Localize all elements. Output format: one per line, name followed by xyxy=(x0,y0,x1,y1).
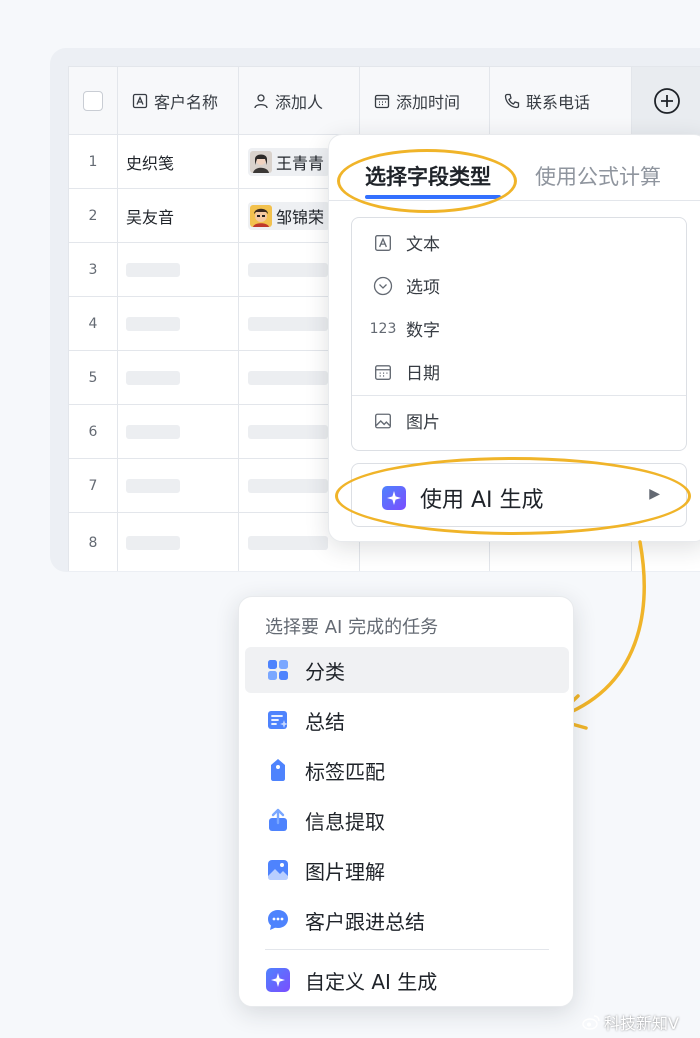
task-label: 客户跟进总结 xyxy=(305,909,425,934)
date-type-icon xyxy=(372,363,394,381)
select-all-checkbox[interactable] xyxy=(83,91,103,111)
avatar xyxy=(250,204,272,227)
field-type-text[interactable]: 文本 xyxy=(372,230,440,255)
field-type-number[interactable]: 123 数字 xyxy=(369,316,440,342)
field-type-label: 数字 xyxy=(406,321,440,341)
loading-placeholder xyxy=(126,536,180,550)
field-type-label: 文本 xyxy=(406,235,440,255)
calendar-icon xyxy=(374,94,390,109)
loading-placeholder xyxy=(126,424,180,439)
field-type-option[interactable]: 选项 xyxy=(372,273,440,298)
column-label: 添加时间 xyxy=(396,93,461,112)
task-label: 总结 xyxy=(305,709,345,734)
image-understand-icon xyxy=(265,857,291,883)
field-type-label: 图片 xyxy=(406,413,440,433)
customer-name-cell[interactable] xyxy=(118,297,239,350)
task-label: 标签匹配 xyxy=(305,759,385,784)
task-summary[interactable]: 总结 xyxy=(245,697,569,743)
customer-name-cell[interactable]: 史织笺 xyxy=(118,135,239,188)
task-label: 图片理解 xyxy=(305,859,385,884)
row-number: 4 xyxy=(69,297,118,350)
text-type-icon xyxy=(372,234,394,252)
avatar xyxy=(250,150,272,173)
image-type-icon xyxy=(372,412,394,430)
task-category[interactable]: 分类 xyxy=(245,647,569,693)
loading-placeholder xyxy=(248,262,328,277)
number-type-icon: 123 xyxy=(369,320,397,337)
loading-placeholder xyxy=(126,316,180,331)
task-customer-followup[interactable]: 客户跟进总结 xyxy=(245,897,569,943)
divider xyxy=(352,395,686,396)
column-header-adder[interactable]: 添加人 xyxy=(239,67,360,135)
loading-placeholder xyxy=(248,370,328,385)
phone-icon xyxy=(504,93,520,109)
watermark-text: 科技新知V xyxy=(604,1014,679,1033)
column-header-phone[interactable]: 联系电话 xyxy=(490,67,632,135)
weibo-logo-icon xyxy=(582,1015,600,1030)
tag-match-icon xyxy=(265,757,291,783)
customer-followup-icon xyxy=(265,907,291,933)
task-info-extract[interactable]: 信息提取 xyxy=(245,797,569,843)
user-chip: 邹锦荣 xyxy=(248,201,331,230)
text-field-icon xyxy=(132,93,148,109)
field-type-menu: 选择字段类型 使用公式计算 文本 选项 123 数字 日期 图片 使用 AI 生… xyxy=(328,134,700,542)
column-label: 联系电话 xyxy=(526,93,591,112)
row-number: 6 xyxy=(69,405,118,458)
row-number: 3 xyxy=(69,243,118,296)
divider xyxy=(265,949,549,950)
select-all-cell xyxy=(69,67,118,135)
customer-name-cell[interactable] xyxy=(118,513,239,571)
summary-icon xyxy=(265,707,291,733)
loading-placeholder xyxy=(248,478,328,493)
watermark: 科技新知V xyxy=(582,1010,679,1034)
customer-name-cell[interactable] xyxy=(118,405,239,458)
customer-name-cell[interactable]: 吴友音 xyxy=(118,189,239,242)
customer-name-cell[interactable] xyxy=(118,351,239,404)
task-tag-match[interactable]: 标签匹配 xyxy=(245,747,569,793)
user-name: 邹锦荣 xyxy=(276,207,325,227)
table-header: 客户名称 添加人 添加时间 联系电话 xyxy=(69,67,700,135)
task-menu-title: 选择要 AI 完成的任务 xyxy=(265,617,439,638)
task-label: 分类 xyxy=(305,659,345,684)
task-label: 自定义 AI 生成 xyxy=(305,969,438,994)
row-number: 7 xyxy=(69,459,118,512)
user-name: 王青青 xyxy=(276,153,325,173)
task-custom-ai-generate[interactable]: 自定义 AI 生成 xyxy=(245,957,569,1003)
field-type-label: 日期 xyxy=(406,364,440,384)
person-icon xyxy=(254,94,268,109)
option-type-icon xyxy=(372,276,394,296)
info-extract-icon xyxy=(265,807,291,833)
row-number: 8 xyxy=(69,513,118,571)
loading-placeholder xyxy=(126,262,180,277)
loading-placeholder xyxy=(248,424,328,439)
customer-name-cell[interactable] xyxy=(118,243,239,296)
column-header-add-time[interactable]: 添加时间 xyxy=(360,67,490,135)
ai-task-menu: 选择要 AI 完成的任务 分类 总结 标签匹配 信息提取 图片理解 客户跟进总结 xyxy=(238,596,574,1007)
loading-placeholder xyxy=(126,370,180,385)
loading-placeholder xyxy=(126,478,180,493)
highlight-ring xyxy=(337,149,517,213)
loading-placeholder xyxy=(248,316,328,331)
ai-sparkle-icon xyxy=(265,967,291,993)
category-icon xyxy=(265,657,291,683)
column-header-customer-name[interactable]: 客户名称 xyxy=(118,67,239,135)
field-type-image[interactable]: 图片 xyxy=(372,408,440,433)
field-type-label: 选项 xyxy=(406,278,440,298)
field-type-date[interactable]: 日期 xyxy=(372,359,440,384)
row-number: 5 xyxy=(69,351,118,404)
customer-name-cell[interactable] xyxy=(118,459,239,512)
column-label: 添加人 xyxy=(275,93,324,112)
user-chip: 王青青 xyxy=(248,147,331,176)
tab-use-formula[interactable]: 使用公式计算 xyxy=(535,161,661,191)
row-number: 1 xyxy=(69,135,118,188)
plus-circle-icon xyxy=(653,88,680,114)
task-label: 信息提取 xyxy=(305,809,385,834)
row-number: 2 xyxy=(69,189,118,242)
loading-placeholder xyxy=(248,536,328,550)
task-image-understand[interactable]: 图片理解 xyxy=(245,847,569,893)
column-label: 客户名称 xyxy=(154,93,219,112)
add-column-button[interactable] xyxy=(632,67,700,135)
highlight-ring xyxy=(335,457,691,535)
field-type-list: 文本 选项 123 数字 日期 图片 xyxy=(351,217,687,451)
